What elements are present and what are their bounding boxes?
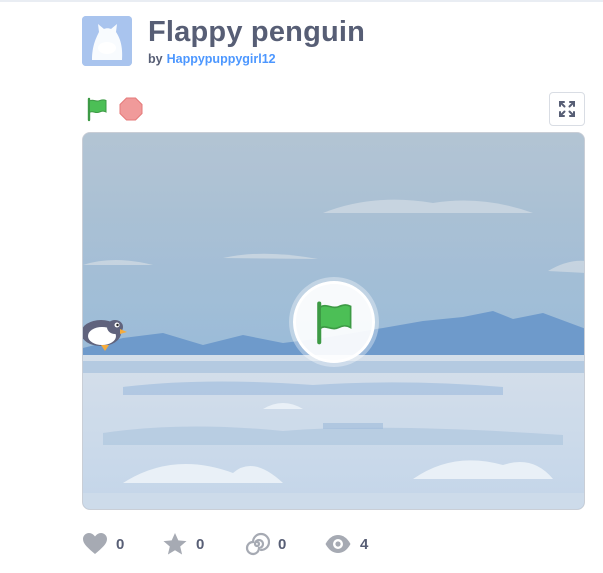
view-count: 4 (360, 535, 369, 553)
favorite-count: 0 (196, 535, 205, 553)
project-byline: by Happypuppygirl12 (148, 52, 276, 66)
eye-icon (325, 535, 351, 553)
top-divider (0, 0, 603, 2)
project-title: Flappy penguin (148, 16, 366, 48)
project-stats: 0 0 0 4 (82, 530, 482, 558)
star-icon (163, 533, 187, 555)
green-flag-icon[interactable] (84, 96, 110, 122)
fullscreen-expand-icon (559, 101, 575, 117)
project-header: Flappy penguin by Happypuppygirl12 (82, 16, 582, 68)
love-stat[interactable]: 0 (82, 530, 124, 558)
byline-prefix: by (148, 52, 163, 66)
author-avatar[interactable] (82, 16, 132, 66)
player-controls (82, 92, 585, 126)
favorite-stat[interactable]: 0 (162, 530, 204, 558)
project-stage[interactable] (82, 132, 585, 510)
fullscreen-button[interactable] (549, 92, 585, 126)
remix-stat[interactable]: 0 (244, 530, 286, 558)
start-green-flag-button[interactable] (293, 281, 375, 363)
author-link[interactable]: Happypuppygirl12 (167, 52, 276, 66)
remix-count: 0 (278, 535, 287, 553)
green-flag-icon (317, 301, 352, 345)
love-count: 0 (116, 535, 125, 553)
view-stat: 4 (324, 530, 368, 558)
heart-icon (83, 533, 107, 554)
stop-sign-icon[interactable] (119, 97, 143, 121)
remix-spiral-icon (245, 532, 270, 556)
